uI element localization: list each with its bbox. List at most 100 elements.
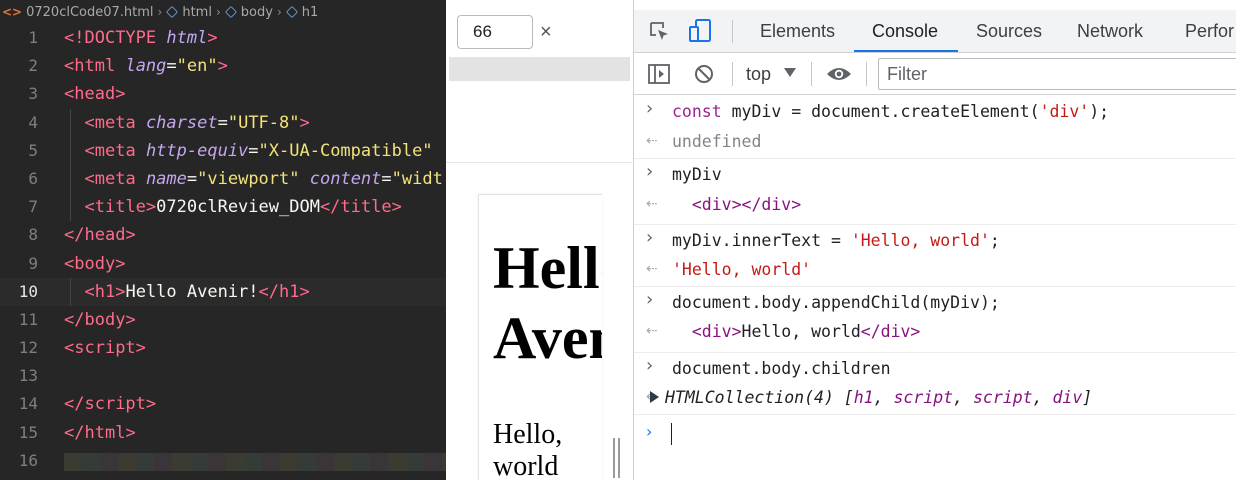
- console-token: const: [672, 102, 722, 121]
- media-query-bar[interactable]: [449, 57, 630, 81]
- code-attribute: http-equiv: [145, 140, 249, 161]
- code-line[interactable]: 3 <head>: [0, 80, 446, 108]
- chevron-down-icon[interactable]: [784, 68, 796, 77]
- line-number: 10: [18, 281, 38, 301]
- console-input-entry[interactable]: › myDiv.innerText = 'Hello, world';: [634, 224, 1236, 260]
- console-token: 'Hello, world': [850, 231, 990, 250]
- console-input-entry[interactable]: › myDiv: [634, 158, 1236, 195]
- line-number: 16: [18, 450, 38, 470]
- console-token: ]: [1082, 388, 1093, 407]
- code-lines[interactable]: 1 <!DOCTYPE html> 2 <html lang="en"> 3 <head>…: [0, 24, 446, 475]
- code-content: </body>: [64, 306, 136, 334]
- console-token: <div>: [691, 322, 742, 341]
- code-line[interactable]: 14 </script>: [0, 390, 446, 418]
- tab-sources[interactable]: Sources: [976, 10, 1042, 53]
- inspect-element-icon[interactable]: [648, 20, 670, 42]
- console-input-caret[interactable]: [671, 423, 672, 445]
- tab-elements[interactable]: Elements: [760, 10, 835, 53]
- tab-performance[interactable]: Perfor: [1185, 10, 1234, 53]
- tab-network[interactable]: Network: [1077, 10, 1143, 53]
- code-line[interactable]: 2 <html lang="en">: [0, 52, 446, 80]
- input-chevron-icon: ›: [646, 227, 654, 248]
- code-line[interactable]: 7 <title>0720clReview_DOM</title>: [0, 193, 446, 222]
- result-arrow-icon: ⇠: [646, 261, 658, 277]
- clear-console-icon[interactable]: [694, 64, 714, 84]
- code-tag-name: body: [74, 253, 116, 274]
- console-token: 'Hello, world': [672, 260, 812, 279]
- console-toolbar: top Filter: [634, 53, 1236, 95]
- code-line[interactable]: 13: [0, 362, 446, 390]
- chevron-right-icon: ›: [157, 5, 163, 19]
- line-number: 11: [18, 309, 38, 329]
- code-line[interactable]: 6 <meta name="viewport" content="widt: [0, 164, 446, 194]
- code-attribute: name: [145, 168, 187, 189]
- result-arrow-icon: ⇠: [646, 133, 658, 149]
- console-token: ;: [989, 231, 1000, 250]
- code-line[interactable]: 10 <h1>Hello Avenir!</h1>: [0, 277, 446, 306]
- code-punctuation: <!: [64, 28, 85, 48]
- code-punctuation: >: [145, 197, 157, 218]
- code-line[interactable]: 4 <meta charset="UTF-8">: [0, 108, 446, 137]
- console-input-entry[interactable]: › const myDiv = document.createElement('d…: [634, 98, 1236, 132]
- console-filter-input[interactable]: Filter: [878, 58, 1236, 90]
- breadcrumb: <> 0720clCode07.html › html › body › h1: [0, 0, 446, 24]
- console-token: undefined: [672, 132, 762, 151]
- breadcrumb-item-body[interactable]: body: [241, 5, 273, 20]
- toolbar-separator: [811, 62, 812, 86]
- code-content: <body>: [64, 250, 125, 278]
- active-tab-indicator: [854, 50, 958, 52]
- line-number: 7: [28, 197, 38, 217]
- console-input-entry[interactable]: › document.body.appendChild(myDiv);: [634, 286, 1236, 322]
- code-tag-name: h1: [94, 281, 116, 302]
- code-tag-name: meta: [94, 168, 136, 189]
- console-token: Hello, world: [741, 322, 861, 341]
- console-token: <div></div>: [691, 195, 802, 214]
- breadcrumb-item-h1[interactable]: h1: [302, 5, 319, 20]
- code-line[interactable]: 11 </body>: [0, 306, 446, 334]
- code-punctuation: <: [64, 56, 75, 77]
- code-line[interactable]: 8 </head>: [0, 221, 446, 249]
- code-line[interactable]: 15 </html>: [0, 419, 446, 447]
- console-token: div: [1052, 388, 1083, 407]
- viewport-width-input[interactable]: 66: [457, 15, 533, 49]
- code-tag-name: title: [94, 197, 146, 218]
- expand-triangle-icon[interactable]: [650, 391, 659, 403]
- console-output[interactable]: › const myDiv = document.createElement('d…: [634, 96, 1236, 480]
- code-punctuation: <: [84, 112, 95, 133]
- code-attribute: html: [166, 28, 208, 48]
- console-token: ,: [1032, 388, 1053, 407]
- line-number: 1: [28, 28, 38, 47]
- console-token: document.body.appendChild(myDiv);: [672, 293, 1000, 312]
- code-punctuation: >: [135, 338, 146, 359]
- result-arrow-icon: ⇠: [646, 196, 658, 212]
- console-prompt-row[interactable]: [634, 414, 1236, 480]
- device-toolbar-icon[interactable]: [688, 18, 714, 44]
- code-editor[interactable]: <> 0720clCode07.html › html › body › h1 …: [0, 0, 446, 480]
- line-number: 2: [28, 56, 38, 76]
- code-line[interactable]: 9 <body>: [0, 250, 446, 278]
- code-punctuation: >: [299, 281, 310, 302]
- code-line[interactable]: 1 <!DOCTYPE html>: [0, 24, 446, 52]
- code-string: "X-UA-Compatible": [258, 140, 433, 161]
- execution-context-select[interactable]: top: [746, 53, 771, 95]
- console-token: [672, 195, 692, 214]
- code-line[interactable]: 5 <meta http-equiv="X-UA-Compatible": [0, 136, 446, 165]
- breadcrumb-file[interactable]: 0720clCode07.html: [26, 5, 153, 20]
- code-line[interactable]: 16: [0, 447, 446, 475]
- line-number: 3: [28, 84, 38, 104]
- code-operator: =: [248, 140, 259, 161]
- live-expression-icon[interactable]: [826, 65, 852, 83]
- console-input-entry[interactable]: › document.body.children: [634, 352, 1236, 388]
- breadcrumb-item-html[interactable]: html: [182, 5, 212, 20]
- code-attribute: lang: [125, 56, 167, 77]
- tab-console[interactable]: Console: [872, 10, 938, 53]
- console-text: document.body.children: [672, 359, 891, 378]
- resize-handle[interactable]: [612, 438, 622, 478]
- code-line[interactable]: 12 <script>: [0, 334, 446, 362]
- code-punctuation: </: [64, 225, 85, 246]
- console-sidebar-icon[interactable]: [648, 64, 670, 84]
